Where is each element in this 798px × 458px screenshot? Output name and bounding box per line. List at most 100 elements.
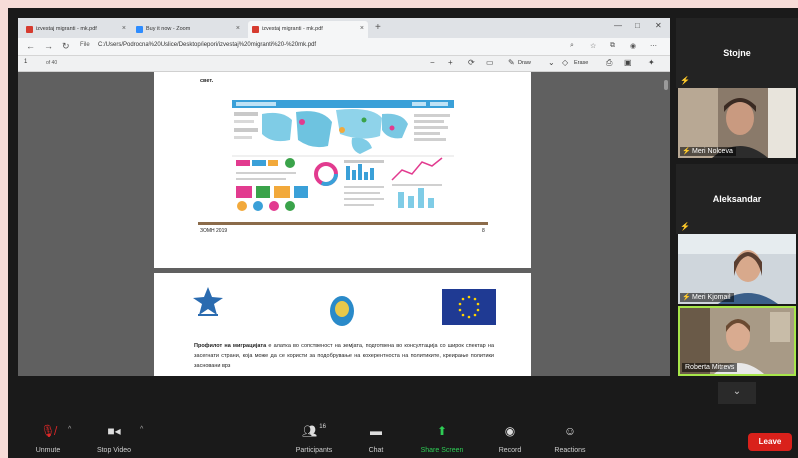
pdf-page: свет. ЗОМН 2019 8 bbox=[154, 72, 531, 268]
more-icon[interactable]: ⋯ bbox=[650, 42, 657, 50]
draw-icon[interactable]: ✎ bbox=[508, 58, 515, 67]
stop-video-label: Stop Video bbox=[96, 447, 132, 454]
leave-button[interactable]: Leave bbox=[748, 433, 792, 451]
fit-page-icon[interactable]: ▭ bbox=[486, 58, 494, 67]
participant-video-tile[interactable]: ⚡ Meri Kjomail bbox=[678, 234, 796, 304]
reload-icon[interactable]: ↻ bbox=[62, 41, 70, 52]
participant-name: Meri Kjomail bbox=[692, 294, 731, 301]
participant-video-tile[interactable]: ⚡ Meri Nolceva bbox=[678, 88, 796, 158]
reactions-icon: ☺ bbox=[563, 424, 577, 438]
collections-icon[interactable]: ⧉ bbox=[610, 42, 615, 50]
page-paragraph: Профилот на миграцијата е алатка во сопс… bbox=[194, 341, 494, 371]
scrollbar[interactable] bbox=[664, 80, 668, 90]
participant-name-label: ⚡ Meri Nolceva bbox=[680, 147, 736, 156]
browser-tab[interactable]: izvestaj migranti - mk.pdf × bbox=[22, 21, 130, 38]
participants-count: 16 bbox=[319, 424, 326, 430]
active-speaker-video-tile[interactable]: Roberta Mitrevs bbox=[678, 306, 796, 376]
gallery-next-page-button[interactable]: ⌄ bbox=[718, 382, 756, 404]
participant-name-label: ⚡ Meri Kjomail bbox=[680, 293, 734, 302]
address-bar: ← → ↻ File C:/Users/Podrocna%20Uslice/De… bbox=[18, 38, 670, 56]
zoom-icon bbox=[136, 26, 143, 33]
muted-mic-icon: ⚡ bbox=[680, 222, 690, 231]
pdf-page: Профилот на миграцијата е алатка во сопс… bbox=[154, 273, 531, 376]
shared-screen: izvestaj migranti - mk.pdf × Buy it now … bbox=[18, 18, 670, 376]
participant-name: Roberta Mitrevs bbox=[685, 364, 735, 371]
stop-video-button[interactable]: ■◂ Stop Video bbox=[84, 424, 144, 454]
muted-mic-icon: ⚡ bbox=[682, 148, 691, 155]
record-button[interactable]: ◉ Record bbox=[480, 424, 540, 454]
chat-label: Chat bbox=[368, 447, 384, 454]
rotate-icon[interactable]: ⟳ bbox=[468, 58, 475, 67]
chevron-down-icon[interactable]: ⌄ bbox=[548, 58, 555, 67]
reactions-label: Reactions bbox=[554, 447, 586, 454]
zoom-lens-icon[interactable]: ⌕ bbox=[570, 42, 574, 50]
eraser-icon[interactable]: ◇ bbox=[562, 58, 568, 67]
browser-tab[interactable]: Buy it now - Zoom × bbox=[132, 21, 244, 38]
participants-icon: 👥︎ 16 bbox=[302, 424, 326, 438]
tab-label: izvestaj migranti - mk.pdf bbox=[36, 26, 97, 32]
erase-label[interactable]: Erase bbox=[574, 60, 588, 66]
close-icon[interactable]: × bbox=[236, 25, 240, 32]
record-label: Record bbox=[498, 447, 522, 454]
share-screen-label: Share Screen bbox=[420, 447, 464, 454]
participant-name: Stojne bbox=[723, 48, 751, 58]
zoom-out-icon[interactable]: − bbox=[430, 58, 435, 67]
browser-tab-active[interactable]: izvestaj migranti - mk.pdf × bbox=[248, 21, 368, 38]
tab-label: Buy it now - Zoom bbox=[146, 26, 191, 32]
share-screen-icon: ⬆ bbox=[436, 424, 448, 438]
organization-logo bbox=[193, 287, 223, 316]
infographic-image bbox=[232, 100, 454, 216]
muted-mic-icon: ⚡ bbox=[680, 76, 690, 85]
meeting-controls: 🎙︎̸ Unmute ^ ■◂ Stop Video ^ 👥︎ 16 Partic… bbox=[8, 422, 798, 458]
profile-icon[interactable]: ◉ bbox=[630, 42, 636, 50]
window-close-icon[interactable]: ✕ bbox=[655, 21, 662, 30]
participant-name: Meri Nolceva bbox=[692, 148, 733, 155]
forward-icon[interactable]: → bbox=[44, 41, 53, 51]
pin-icon[interactable]: ✦ bbox=[648, 58, 655, 67]
chat-icon: ▬ bbox=[370, 424, 382, 438]
participants-gallery: Stojne ⚡ ⚡ Meri Nolceva Aleksandar ⚡ ⚡ M… bbox=[676, 8, 798, 408]
zoom-window: izvestaj migranti - mk.pdf × Buy it now … bbox=[8, 8, 798, 458]
participant-tile[interactable]: Aleksandar ⚡ bbox=[676, 164, 798, 234]
unmute-label: Unmute bbox=[35, 447, 61, 454]
record-icon: ◉ bbox=[504, 424, 516, 438]
participants-button[interactable]: 👥︎ 16 Participants bbox=[284, 424, 344, 454]
browser-tabbar: izvestaj migranti - mk.pdf × Buy it now … bbox=[18, 18, 670, 38]
maximize-icon[interactable]: □ bbox=[635, 21, 640, 30]
eu-flag-logo bbox=[442, 289, 496, 325]
tab-label: izvestaj migranti - mk.pdf bbox=[262, 26, 323, 32]
participants-label: Participants bbox=[295, 447, 333, 454]
back-icon[interactable]: ← bbox=[26, 41, 35, 51]
paragraph-bold-lead: Профилот на миграцијата bbox=[194, 343, 267, 349]
institution-seal-logo bbox=[330, 296, 354, 326]
video-options-caret-icon[interactable]: ^ bbox=[140, 426, 143, 433]
new-tab-button[interactable]: + bbox=[375, 22, 381, 33]
close-icon[interactable]: × bbox=[360, 25, 364, 32]
share-screen-button[interactable]: ⬆ Share Screen bbox=[412, 424, 472, 454]
audio-options-caret-icon[interactable]: ^ bbox=[68, 426, 71, 433]
page-text: свет. bbox=[200, 78, 214, 84]
chat-button[interactable]: ▬ Chat bbox=[346, 424, 406, 454]
page-number-input[interactable]: 1 bbox=[24, 59, 27, 65]
footer-divider bbox=[198, 222, 488, 225]
video-camera-icon: ■◂ bbox=[107, 424, 121, 438]
participant-name-label: Roberta Mitrevs bbox=[682, 363, 738, 372]
url-field[interactable]: C:/Users/Podrocna%20Uslice/Desktop/iepor… bbox=[98, 42, 316, 48]
zoom-in-icon[interactable]: + bbox=[448, 58, 453, 67]
print-icon[interactable]: ⎙ bbox=[606, 58, 612, 68]
participant-name: Aleksandar bbox=[712, 194, 762, 204]
participant-tile[interactable]: Stojne ⚡ bbox=[676, 18, 798, 88]
pdf-viewer: свет. ЗОМН 2019 8 Профилот на миграцијат… bbox=[18, 72, 670, 376]
draw-label[interactable]: Draw bbox=[518, 60, 531, 66]
page-footer-left: ЗОМН 2019 bbox=[200, 228, 228, 234]
favorite-icon[interactable]: ☆ bbox=[590, 42, 596, 50]
url-prefix: File bbox=[80, 42, 90, 48]
save-icon[interactable]: ▣ bbox=[624, 58, 632, 67]
reactions-button[interactable]: ☺ Reactions bbox=[540, 424, 600, 454]
pdf-icon bbox=[26, 26, 33, 33]
close-icon[interactable]: × bbox=[122, 25, 126, 32]
page-number: 8 bbox=[482, 228, 485, 234]
minimize-icon[interactable]: — bbox=[614, 21, 622, 30]
page-total: of 40 bbox=[46, 60, 58, 66]
chevron-down-icon: ⌄ bbox=[732, 386, 742, 397]
